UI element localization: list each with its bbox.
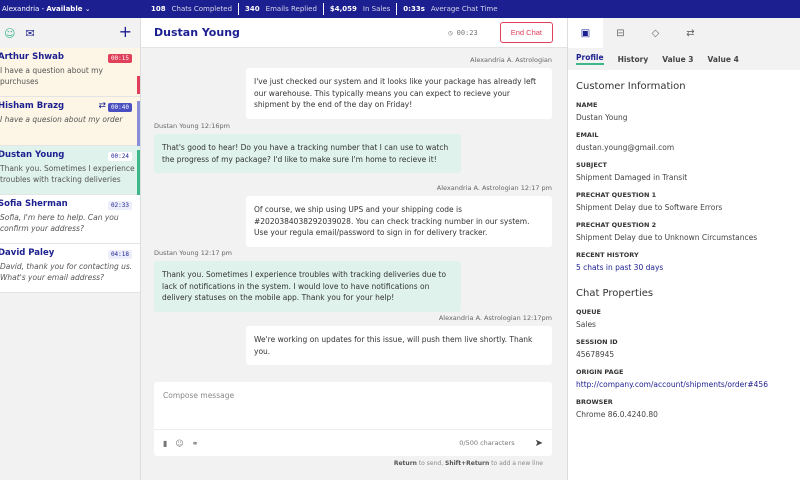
field-value: Shipment Delay due to Software Errors <box>576 203 723 212</box>
field-link[interactable]: http://company.com/account/shipments/ord… <box>576 380 792 389</box>
customer-info-title: Customer Information <box>576 81 686 92</box>
chat-list-item[interactable]: Hisham Brazg I have a quesion about my or… <box>0 97 140 146</box>
agent-message: I've just checked our system and it look… <box>246 68 552 119</box>
briefcase-icon[interactable]: ⊟ <box>603 18 638 48</box>
tag-icon[interactable]: ◇ <box>638 18 673 48</box>
compose-box: Compose message ▮ ☺ ⚭ 0/500 characters ➤ <box>154 382 552 456</box>
field-value: Shipment Damaged in Transit <box>576 173 688 182</box>
customer-message: That's good to hear! Do you have a track… <box>154 134 461 173</box>
stat-label: Emails Replied <box>265 5 317 13</box>
message-preview: Thank you. Sometimes I experience troubl… <box>0 164 135 184</box>
profile-icon[interactable]: ▣ <box>568 18 603 48</box>
message-meta: Dustan Young 12:16pm <box>154 122 230 130</box>
field-value: Dustan Young <box>576 113 628 122</box>
field-value: Sales <box>576 320 596 329</box>
field-label: QUEUE <box>576 308 601 316</box>
chat-list-sidebar: ☺ ✉ + Arthur Shwab I have a question about… <box>0 18 141 480</box>
end-chat-button[interactable]: End Chat <box>499 22 553 43</box>
tab-history[interactable]: History <box>618 55 649 64</box>
attachment-icon[interactable]: ▮ <box>163 439 167 448</box>
message-meta: Dustan Young 12:17 pm <box>154 249 232 257</box>
wait-time-badge: 00:40 <box>107 103 132 112</box>
wait-time-badge: 00:15 <box>107 54 132 63</box>
chat-list-item[interactable]: Dustan Young Thank you. Sometimes I exper… <box>0 146 140 195</box>
chat-title: Dustan Young <box>154 26 240 39</box>
stat-label: Chats Completed <box>171 5 233 13</box>
link-icon[interactable]: ⚭ <box>192 439 199 448</box>
wait-time-badge: 00:24 <box>107 152 132 161</box>
chat-list-item[interactable]: Sofia Sherman Sofia, I'm here to help. Ca… <box>0 195 140 244</box>
compose-input[interactable]: Compose message <box>154 382 552 430</box>
priority-bar <box>137 101 140 146</box>
field-value: Shipment Delay due to Unknown Circumstan… <box>576 233 758 242</box>
priority-bar <box>137 150 140 195</box>
field-label: RECENT HISTORY <box>576 251 639 259</box>
agent-message: Of course, we ship using UPS and your sh… <box>246 196 552 247</box>
stat-item: 108 Chats Completed <box>145 3 240 15</box>
priority-bar <box>137 76 140 94</box>
stat-value: 0:33s <box>403 5 425 13</box>
stat-value: 108 <box>151 5 166 13</box>
field-value: dustan.young@gmail.com <box>576 143 675 152</box>
stat-item: 0:33s Average Chat Time <box>397 3 503 15</box>
message-preview: Sofia, I'm here to help. Can you confirm… <box>0 213 119 233</box>
field-value: Chrome 86.0.4240.80 <box>576 410 658 419</box>
chevron-down-icon: ⌄ <box>84 5 91 13</box>
stat-label: Average Chat Time <box>430 5 498 13</box>
message-meta: Alexandria A. Astrologian <box>470 56 552 64</box>
field-label: SUBJECT <box>576 161 607 169</box>
tab-value-4[interactable]: Value 4 <box>708 55 739 64</box>
agent-status: Available <box>46 5 83 13</box>
stat-item: 340 Emails Replied <box>239 3 324 15</box>
transfer-icon[interactable]: ⇄ <box>673 18 708 48</box>
emoji-icon[interactable]: ☺ <box>175 439 183 448</box>
compose-hint: Return to send, Shift+Return to add a ne… <box>393 460 543 467</box>
customer-message: Thank you. Sometimes I experience troubl… <box>154 261 461 312</box>
chat-list-item[interactable]: Arthur Shwab I have a question about my p… <box>0 48 140 97</box>
agent-message: We're working on updates for this issue,… <box>246 326 552 365</box>
clock-icon: ◷ <box>448 28 453 37</box>
message-preview: David, thank you for contacting us. What… <box>0 262 133 282</box>
field-label: NAME <box>576 101 598 109</box>
transfer-icon: ⇄ <box>98 101 106 111</box>
chat-list-item[interactable]: David Paley David, thank you for contacti… <box>0 244 140 293</box>
field-label: PRECHAT QUESTION 1 <box>576 191 657 199</box>
wait-time-badge: 02:33 <box>107 201 132 210</box>
agent-status-dropdown[interactable]: Alexandria - Available ⌄ <box>0 5 140 13</box>
wait-time-badge: 04:18 <box>107 250 132 259</box>
stat-label: In Sales <box>362 5 391 13</box>
message-preview: I have a question about my purchuses <box>0 66 103 86</box>
message-meta: Alexandria A. Astrologian 12:17 pm <box>436 184 552 192</box>
send-icon[interactable]: ➤ <box>535 438 543 449</box>
stat-value: 340 <box>245 5 260 13</box>
char-count: 0/500 characters <box>459 439 515 447</box>
chat-pane: Dustan Young ◷ 00:23 End Chat Alexandria… <box>141 18 567 480</box>
field-label: SESSION ID <box>576 338 618 346</box>
chat-person-icon[interactable]: ☺ <box>4 27 15 40</box>
tab-value-3[interactable]: Value 3 <box>662 55 693 64</box>
customer-panel: ▣ ⊟ ◇ ⇄ Profile History Value 3 Value 4 Cus… <box>567 18 800 480</box>
field-value: 45678945 <box>576 350 615 359</box>
agent-name: Alexandria <box>2 5 40 13</box>
email-icon[interactable]: ✉ <box>25 27 34 40</box>
new-chat-button[interactable]: + <box>119 22 132 41</box>
top-bar: Alexandria - Available ⌄ 108 Chats Comple… <box>0 0 800 18</box>
stat-item: $4,059 In Sales <box>324 3 398 15</box>
field-label: EMAIL <box>576 131 599 139</box>
chat-properties-title: Chat Properties <box>576 288 654 299</box>
stat-value: $4,059 <box>329 5 357 13</box>
field-link[interactable]: 5 chats in past 30 days <box>576 263 792 272</box>
chat-timer: ◷ 00:23 <box>448 28 478 37</box>
field-label: BROWSER <box>576 398 613 406</box>
tab-profile[interactable]: Profile <box>576 53 604 65</box>
message-preview: I have a quesion about my order <box>0 115 123 124</box>
message-meta: Alexandria A. Astrologian 12:17pm <box>438 314 552 322</box>
field-label: PRECHAT QUESTION 2 <box>576 221 657 229</box>
field-label: ORIGIN PAGE <box>576 368 624 376</box>
